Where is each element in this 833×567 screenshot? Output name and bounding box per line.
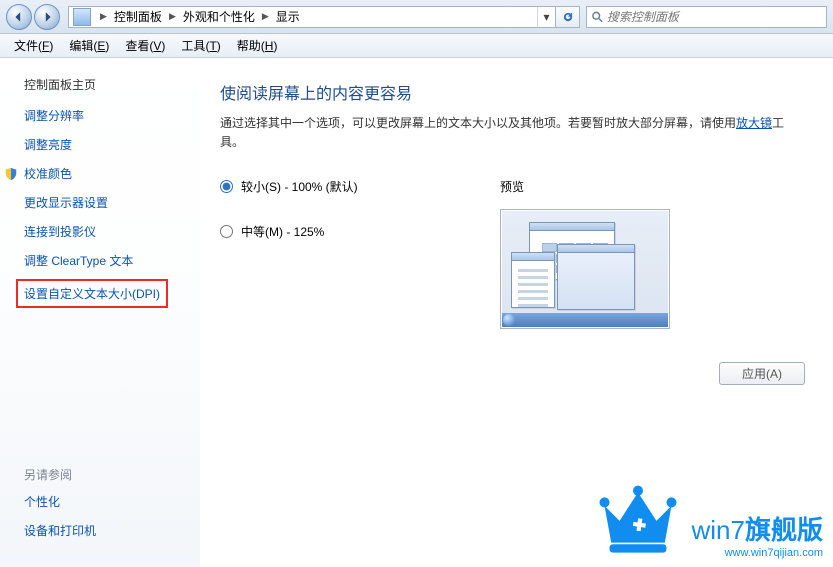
menu-file[interactable]: 文件(F) [6, 34, 61, 57]
watermark-text: win7旗舰版 www.win7qijian.com [692, 510, 824, 559]
shield-icon [4, 167, 18, 181]
content-pane: 使阅读屏幕上的内容更容易 通过选择其中一个选项，可以更改屏幕上的文本大小以及其他… [200, 58, 833, 567]
menu-view[interactable]: 查看(V) [117, 34, 173, 57]
apply-button[interactable]: 应用(A) [719, 362, 805, 385]
see-also-header: 另请参阅 [24, 466, 96, 483]
sidebar-link-resolution[interactable]: 调整分辨率 [24, 107, 200, 124]
radio-small-input[interactable] [220, 180, 233, 193]
menu-edit[interactable]: 编辑(E) [61, 34, 117, 57]
menubar: 文件(F) 编辑(E) 查看(V) 工具(T) 帮助(H) [0, 34, 833, 58]
chevron-right-icon: ▶ [262, 11, 269, 22]
sidebar-link-projector[interactable]: 连接到投影仪 [24, 223, 200, 240]
sidebar: 控制面板主页 调整分辨率 调整亮度 校准颜色 更改显示器设置 连接到投影仪 调整… [0, 58, 200, 567]
page-title: 使阅读屏幕上的内容更容易 [220, 80, 803, 104]
refresh-button[interactable] [556, 6, 580, 28]
watermark-url: www.win7qijian.com [692, 547, 824, 559]
page-description: 通过选择其中一个选项，可以更改屏幕上的文本大小以及其他项。若要暂时放大部分屏幕，… [220, 114, 803, 152]
magnifier-link[interactable]: 放大镜 [736, 116, 772, 130]
sidebar-header: 控制面板主页 [24, 76, 200, 93]
back-button[interactable] [6, 4, 32, 30]
chevron-right-icon: ▶ [169, 11, 176, 22]
breadcrumb[interactable]: ▶ 控制面板 ▶ 外观和个性化 ▶ 显示 ▾ [68, 6, 556, 28]
see-also-personalization[interactable]: 个性化 [24, 493, 96, 510]
radio-medium-input[interactable] [220, 225, 233, 238]
forward-button[interactable] [34, 4, 60, 30]
chevron-right-icon: ▶ [100, 11, 107, 22]
menu-help[interactable]: 帮助(H) [229, 34, 286, 57]
address-dropdown[interactable]: ▾ [537, 7, 555, 27]
radio-medium-label: 中等(M) - 125% [241, 223, 324, 240]
radio-medium[interactable]: 中等(M) - 125% [220, 223, 500, 240]
radio-small-label: 较小(S) - 100% (默认) [241, 178, 358, 195]
watermark: win7旗舰版 www.win7qijian.com [596, 484, 824, 559]
preview-label: 预览 [500, 178, 803, 195]
search-icon [591, 10, 603, 23]
crown-icon [596, 484, 680, 559]
search-box[interactable] [586, 6, 827, 28]
radio-small[interactable]: 较小(S) - 100% (默认) [220, 178, 500, 195]
menu-tools[interactable]: 工具(T) [173, 34, 228, 57]
sidebar-link-custom-dpi[interactable]: 设置自定义文本大小(DPI) [24, 285, 160, 302]
crumb-display[interactable]: 显示 [274, 8, 302, 25]
crumb-appearance[interactable]: 外观和个性化 [181, 8, 257, 25]
control-panel-icon [73, 8, 91, 26]
sidebar-link-label: 校准颜色 [24, 165, 72, 182]
crumb-control-panel[interactable]: 控制面板 [112, 8, 164, 25]
search-input[interactable] [607, 10, 826, 24]
size-options: 较小(S) - 100% (默认) 中等(M) - 125% [220, 178, 500, 329]
highlight-box: 设置自定义文本大小(DPI) [16, 279, 168, 308]
sidebar-link-display-settings[interactable]: 更改显示器设置 [24, 194, 200, 211]
sidebar-link-calibrate[interactable]: 校准颜色 [24, 165, 200, 182]
preview-image [500, 209, 670, 329]
see-also: 另请参阅 个性化 设备和打印机 [24, 466, 96, 551]
sidebar-link-cleartype[interactable]: 调整 ClearType 文本 [24, 252, 200, 269]
see-also-devices[interactable]: 设备和打印机 [24, 522, 96, 539]
sidebar-link-brightness[interactable]: 调整亮度 [24, 136, 200, 153]
